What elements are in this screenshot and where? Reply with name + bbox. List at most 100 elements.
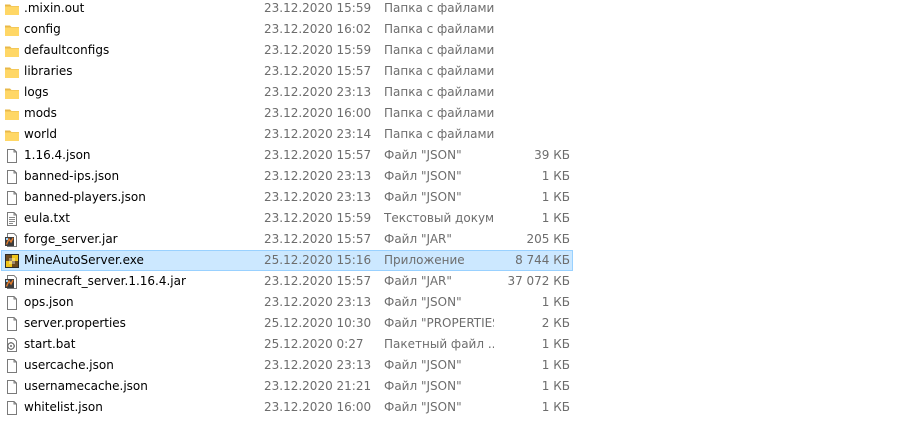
file-name: defaultconfigs	[24, 43, 110, 57]
file-name: usercache.json	[24, 358, 114, 372]
file-name: minecraft_server.1.16.4.jar	[24, 274, 186, 288]
file-date-modified: 23.12.2020 16:00	[264, 400, 372, 414]
file-date-modified: 25.12.2020 10:30	[264, 316, 372, 330]
file-row[interactable]: whitelist.json 23.12.2020 16:00 Файл "JS…	[0, 397, 910, 418]
file-date-modified: 23.12.2020 15:59	[264, 43, 372, 57]
file-date-modified: 23.12.2020 23:13	[264, 295, 372, 309]
file-name: config	[24, 22, 61, 36]
file-name: eula.txt	[24, 211, 71, 225]
file-date-modified: 23.12.2020 15:59	[264, 1, 372, 15]
file-date-modified: 23.12.2020 16:00	[264, 106, 372, 120]
file-name: whitelist.json	[24, 400, 103, 414]
file-row[interactable]: server.properties 25.12.2020 10:30 Файл …	[0, 313, 910, 334]
file-row[interactable]: MineAutoServer.exe 25.12.2020 15:16 Прил…	[0, 250, 910, 271]
file-type: Папка с файлами	[384, 85, 494, 99]
file-name: server.properties	[24, 316, 126, 330]
file-type: Файл "JSON"	[384, 190, 462, 204]
file-type: Папка с файлами	[384, 22, 494, 36]
file-row[interactable]: minecraft_server.1.16.4.jar 23.12.2020 1…	[0, 271, 910, 292]
folder-icon	[4, 85, 20, 101]
file-date-modified: 23.12.2020 23:14	[264, 127, 372, 141]
file-row[interactable]: usercache.json 23.12.2020 23:13 Файл "JS…	[0, 355, 910, 376]
file-date-modified: 23.12.2020 15:57	[264, 148, 372, 162]
file-type: Папка с файлами	[384, 106, 494, 120]
file-name: start.bat	[24, 337, 76, 351]
file-date-modified: 23.12.2020 23:13	[264, 190, 372, 204]
file-size: 1 КБ	[541, 190, 570, 204]
file-date-modified: 23.12.2020 15:59	[264, 211, 372, 225]
file-date-modified: 25.12.2020 0:27	[264, 337, 364, 351]
file-row[interactable]: world 23.12.2020 23:14 Папка с файлами	[0, 124, 910, 145]
file-name: banned-players.json	[24, 190, 146, 204]
file-date-modified: 23.12.2020 23:13	[264, 85, 372, 99]
file-name: logs	[24, 85, 49, 99]
file-type: Папка с файлами	[384, 127, 494, 141]
file-row[interactable]: start.bat 25.12.2020 0:27 Пакетный файл …	[0, 334, 910, 355]
file-size: 2 КБ	[541, 316, 570, 330]
file-type: Папка с файлами	[384, 64, 494, 78]
file-type: Папка с файлами	[384, 1, 494, 15]
file-list: .mixin.out 23.12.2020 15:59 Папка с файл…	[0, 0, 910, 418]
file-date-modified: 23.12.2020 21:21	[264, 379, 372, 393]
file-type: Файл "JSON"	[384, 400, 462, 414]
file-size: 1 КБ	[541, 337, 570, 351]
file-name: usernamecache.json	[24, 379, 148, 393]
folder-icon	[4, 1, 20, 17]
text-document-icon	[4, 211, 20, 227]
file-row[interactable]: usernamecache.json 23.12.2020 21:21 Файл…	[0, 376, 910, 397]
file-type: Файл "PROPERTIES"	[384, 316, 494, 330]
file-row[interactable]: 1.16.4.json 23.12.2020 15:57 Файл "JSON"…	[0, 145, 910, 166]
document-icon	[4, 295, 20, 311]
folder-icon	[4, 43, 20, 59]
document-icon	[4, 400, 20, 416]
file-row[interactable]: eula.txt 23.12.2020 15:59 Текстовый доку…	[0, 208, 910, 229]
file-size: 37 072 КБ	[507, 274, 570, 288]
file-name: forge_server.jar	[24, 232, 118, 246]
file-date-modified: 23.12.2020 15:57	[264, 232, 372, 246]
file-type: Файл "JSON"	[384, 169, 462, 183]
file-row[interactable]: .mixin.out 23.12.2020 15:59 Папка с файл…	[0, 0, 910, 19]
file-name: banned-ips.json	[24, 169, 120, 183]
jar-icon	[4, 274, 20, 290]
file-row[interactable]: defaultconfigs 23.12.2020 15:59 Папка с …	[0, 40, 910, 61]
app-icon	[4, 253, 20, 269]
file-size: 1 КБ	[541, 400, 570, 414]
file-row[interactable]: banned-ips.json 23.12.2020 23:13 Файл "J…	[0, 166, 910, 187]
file-size: 39 КБ	[534, 148, 570, 162]
batch-file-icon	[4, 337, 20, 353]
file-type: Файл "JSON"	[384, 295, 462, 309]
document-icon	[4, 190, 20, 206]
folder-icon	[4, 106, 20, 122]
file-name: world	[24, 127, 58, 141]
document-icon	[4, 358, 20, 374]
jar-icon	[4, 232, 20, 248]
file-type: Текстовый докум...	[384, 211, 494, 225]
file-size: 1 КБ	[541, 295, 570, 309]
file-type: Файл "JSON"	[384, 148, 462, 162]
file-date-modified: 23.12.2020 16:02	[264, 22, 372, 36]
file-type: Приложение	[384, 253, 465, 267]
file-row[interactable]: libraries 23.12.2020 15:57 Папка с файла…	[0, 61, 910, 82]
document-icon	[4, 148, 20, 164]
file-row[interactable]: logs 23.12.2020 23:13 Папка с файлами	[0, 82, 910, 103]
file-row[interactable]: banned-players.json 23.12.2020 23:13 Фай…	[0, 187, 910, 208]
folder-icon	[4, 64, 20, 80]
file-name: ops.json	[24, 295, 74, 309]
document-icon	[4, 379, 20, 395]
file-size: 1 КБ	[541, 169, 570, 183]
file-date-modified: 23.12.2020 15:57	[264, 274, 372, 288]
file-type: Пакетный файл ...	[384, 337, 494, 351]
file-type: Файл "JSON"	[384, 358, 462, 372]
file-name: .mixin.out	[24, 1, 85, 15]
file-row[interactable]: forge_server.jar 23.12.2020 15:57 Файл "…	[0, 229, 910, 250]
file-size: 1 КБ	[541, 358, 570, 372]
file-row[interactable]: mods 23.12.2020 16:00 Папка с файлами	[0, 103, 910, 124]
file-date-modified: 23.12.2020 23:13	[264, 169, 372, 183]
file-row[interactable]: ops.json 23.12.2020 23:13 Файл "JSON" 1 …	[0, 292, 910, 313]
file-type: Папка с файлами	[384, 43, 494, 57]
file-name: 1.16.4.json	[24, 148, 91, 162]
file-size: 1 КБ	[541, 379, 570, 393]
file-type: Файл "JAR"	[384, 274, 452, 288]
file-row[interactable]: config 23.12.2020 16:02 Папка с файлами	[0, 19, 910, 40]
folder-icon	[4, 127, 20, 143]
